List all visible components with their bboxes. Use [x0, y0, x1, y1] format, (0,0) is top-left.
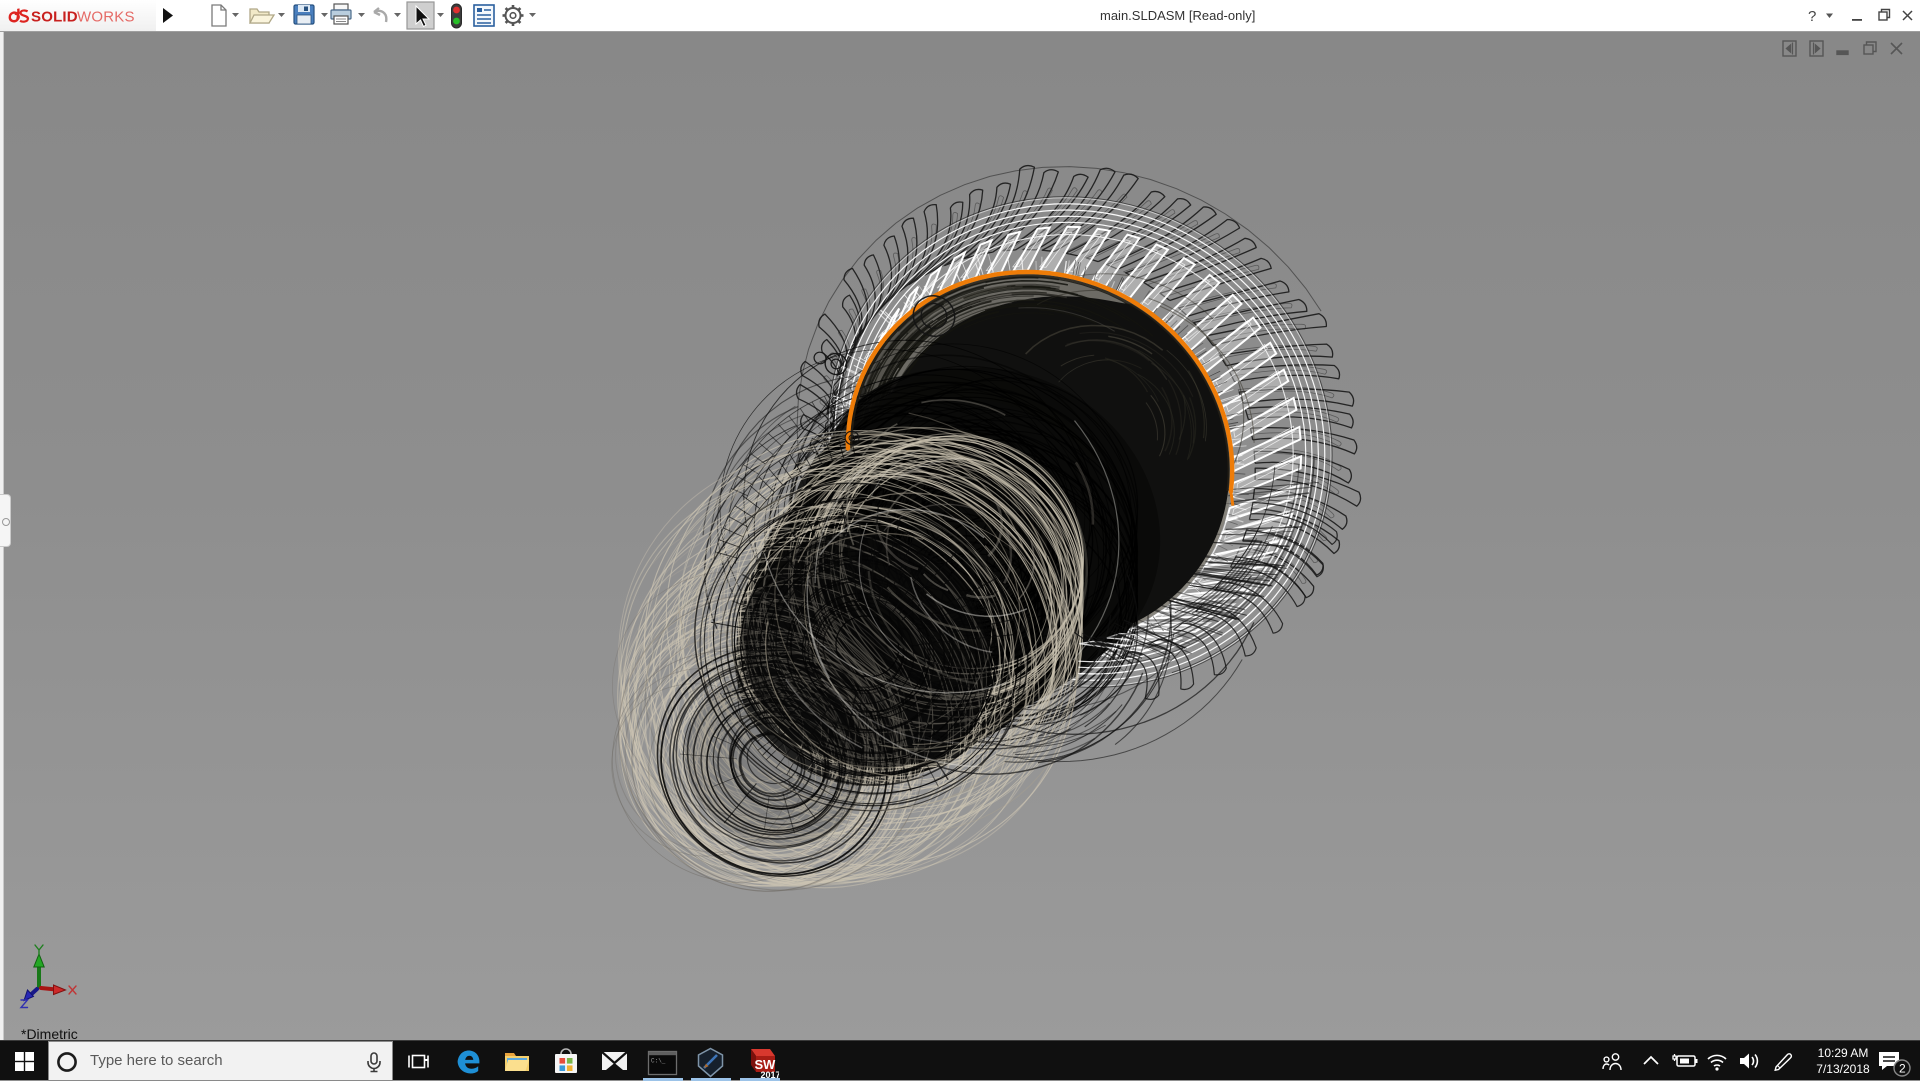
- svg-text:SOLID: SOLID: [31, 9, 78, 26]
- svg-text:2: 2: [1899, 1062, 1906, 1076]
- svg-text:WORKS: WORKS: [77, 9, 135, 26]
- svg-text:C:\_: C:\_: [651, 1058, 666, 1065]
- svg-text:?: ?: [1808, 8, 1816, 25]
